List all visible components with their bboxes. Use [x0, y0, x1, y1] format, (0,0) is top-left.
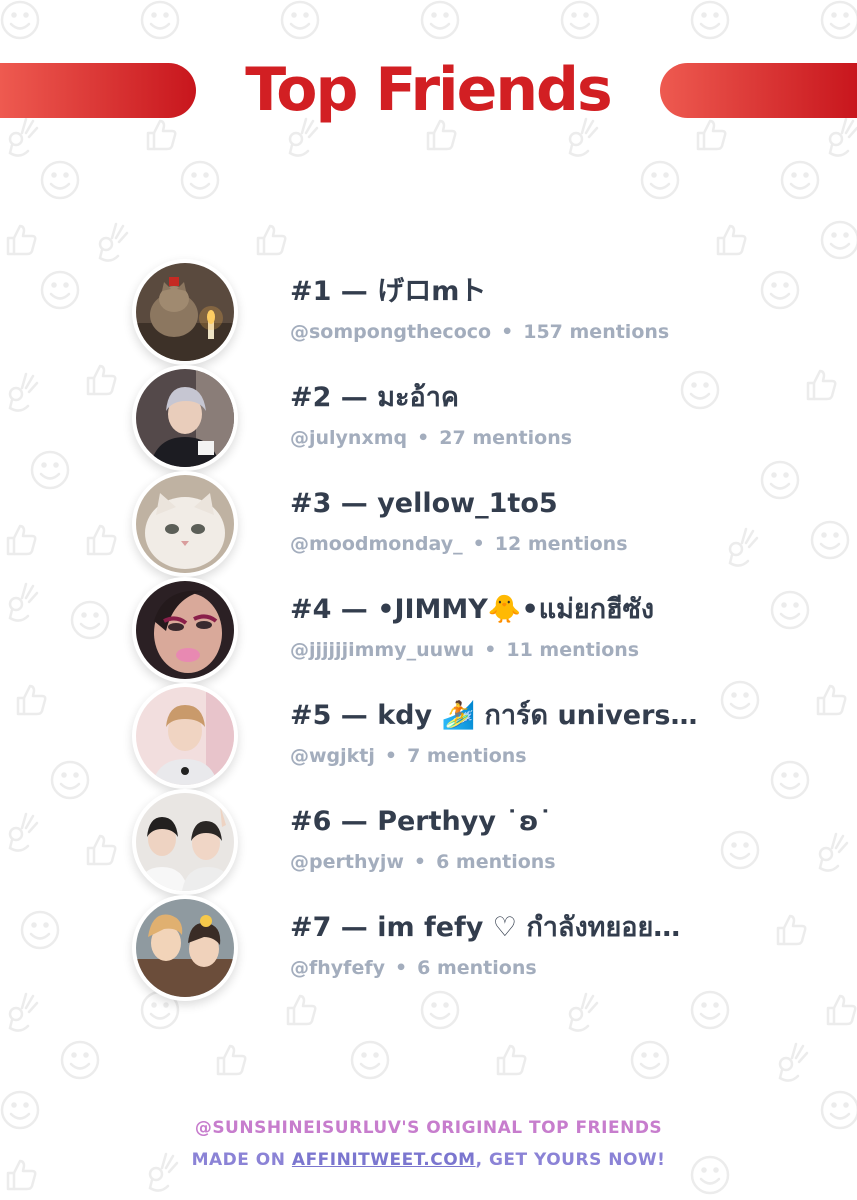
avatar [132, 895, 238, 1001]
friend-name: #4 — •JIMMY🐥•แม่ยกฮีซัง [290, 594, 655, 625]
friend-item-6[interactable]: #6 — Perthyy ˙ʚ˙ @perthyjw • 6 mentions [0, 785, 857, 895]
friend-item-2[interactable]: #2 — มะอ้าค @julynxmq • 27 mentions [0, 361, 857, 471]
friend-meta: @jjjjjjimmy_uuwu • 11 mentions [290, 637, 639, 663]
separator-dot: • [413, 851, 427, 873]
avatar [132, 683, 238, 789]
white-cat-photo-icon [136, 475, 234, 573]
friend-name: #6 — Perthyy ˙ʚ˙ [290, 806, 553, 837]
footer-cta: MADE ON AFFINITWEET.COM, GET YOURS NOW! [0, 1144, 857, 1176]
mention-count: 11 mentions [506, 639, 640, 661]
avatar [132, 577, 238, 683]
friend-name: #1 — げロmト [290, 276, 487, 307]
friend-handle[interactable]: @julynxmq [290, 427, 407, 449]
avatar [132, 365, 238, 471]
friend-handle[interactable]: @sompongthecoco [290, 321, 491, 343]
two-people-photo-icon [136, 793, 234, 891]
separator-dot: • [384, 745, 398, 767]
friend-handle[interactable]: @wgjktj [290, 745, 375, 767]
footer-prefix: MADE ON [191, 1150, 292, 1170]
mention-count: 12 mentions [494, 533, 628, 555]
footer-suffix: , GET YOURS NOW! [475, 1150, 666, 1170]
mention-count: 6 mentions [417, 957, 537, 979]
friend-item-7[interactable]: #7 — im fefy ♡ กำลังทยอย… @fhyfefy • 6 men… [0, 891, 857, 1001]
friend-name: #3 — yellow_1to5 [290, 488, 558, 519]
friend-handle[interactable]: @jjjjjjimmy_uuwu [290, 639, 474, 661]
friend-item-3[interactable]: #3 — yellow_1to5 @moodmonday_ • 12 mention… [0, 467, 857, 577]
friend-meta: @moodmonday_ • 12 mentions [290, 531, 628, 557]
footer-credit: @SUNSHINEISURLUV'S ORIGINAL TOP FRIENDS [194, 1118, 663, 1138]
mention-count: 157 mentions [523, 321, 670, 343]
friend-meta: @julynxmq • 27 mentions [290, 425, 572, 451]
friend-handle[interactable]: @perthyjw [290, 851, 404, 873]
friend-meta: @perthyjw • 6 mentions [290, 849, 556, 875]
mention-count: 7 mentions [407, 745, 527, 767]
friend-meta: @sompongthecoco • 157 mentions [290, 319, 669, 345]
separator-dot: • [472, 533, 485, 555]
page-title: Top Friends [245, 55, 612, 125]
avatar [132, 789, 238, 895]
person-photo-icon [136, 369, 234, 467]
cat-with-candle-photo-icon [136, 263, 234, 361]
friend-meta: @fhyfefy • 6 mentions [290, 955, 537, 981]
friend-meta: @wgjktj • 7 mentions [290, 743, 527, 769]
friend-item-1[interactable]: #1 — げロmト @sompongthecoco • 157 mentions [0, 255, 857, 365]
doll-photo-icon [136, 581, 234, 679]
two-people-photo-icon [136, 899, 234, 997]
separator-dot: • [394, 957, 408, 979]
affinitweet-link[interactable]: AFFINITWEET.COM [292, 1150, 476, 1170]
friend-item-4[interactable]: #4 — •JIMMY🐥•แม่ยกฮีซัง @jjjjjjimmy_uuwu… [0, 573, 857, 683]
separator-dot: • [417, 427, 430, 449]
friend-name: #5 — kdy 🏄 การ์ด univers… [290, 700, 698, 731]
header-bar-right [660, 63, 857, 118]
header-bar-left [0, 63, 196, 118]
avatar [132, 471, 238, 577]
friend-name: #2 — มะอ้าค [290, 382, 459, 413]
friends-list: #1 — げロmト @sompongthecoco • 157 mentions #… [0, 255, 857, 1001]
separator-dot: • [484, 639, 497, 661]
person-photo-icon [136, 687, 234, 785]
separator-dot: • [501, 321, 514, 343]
mention-count: 27 mentions [439, 427, 573, 449]
footer: @SUNSHINEISURLUV'S ORIGINAL TOP FRIENDS … [0, 1112, 857, 1176]
friend-handle[interactable]: @fhyfefy [290, 957, 385, 979]
mention-count: 6 mentions [436, 851, 556, 873]
avatar [132, 259, 238, 365]
friend-item-5[interactable]: #5 — kdy 🏄 การ์ด univers… @wgjktj • 7 ment… [0, 679, 857, 789]
friend-name: #7 — im fefy ♡ กำลังทยอย… [290, 912, 681, 943]
friend-handle[interactable]: @moodmonday_ [290, 533, 463, 555]
